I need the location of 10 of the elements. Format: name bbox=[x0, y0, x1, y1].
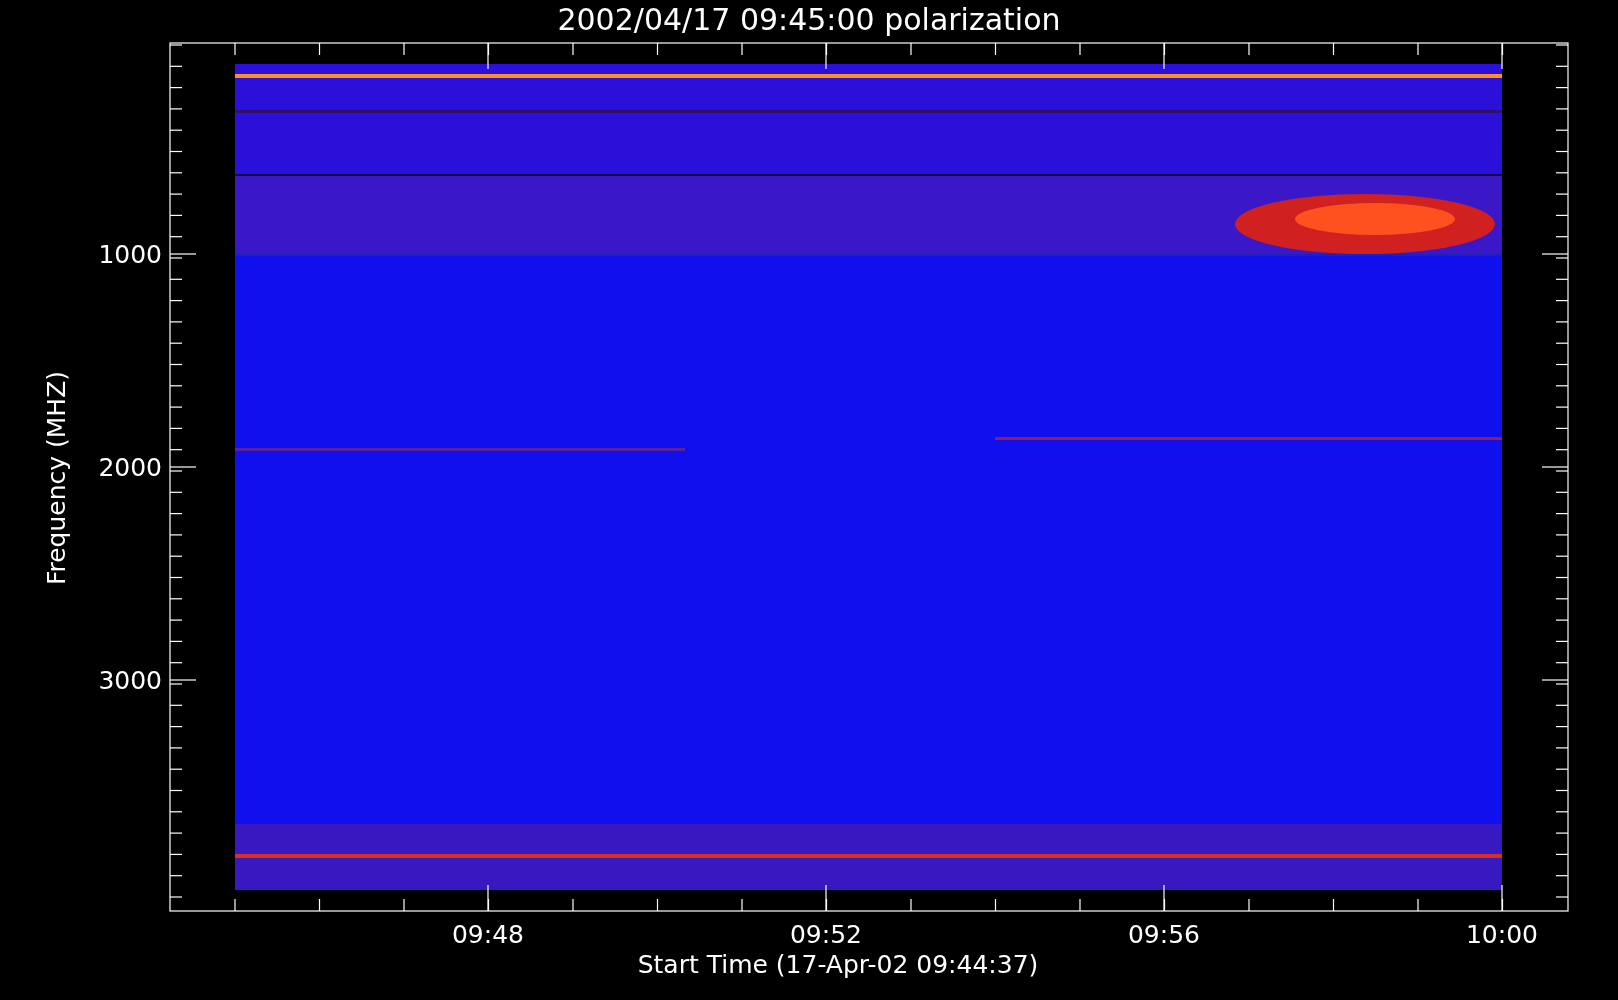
x-tick-label: 09:56 bbox=[1126, 920, 1201, 949]
y-tick-label: 1000 bbox=[97, 240, 162, 269]
x-tick-label: 10:00 bbox=[1464, 920, 1539, 949]
plot-title: 2002/04/17 09:45:00 polarization bbox=[556, 2, 1062, 37]
x-tick-label: 09:48 bbox=[450, 920, 525, 949]
y-tick-label: 3000 bbox=[97, 666, 162, 695]
y-axis-label: Frequency (MHZ) bbox=[41, 370, 71, 586]
x-axis-label: Start Time (17-Apr-02 09:44:37) bbox=[636, 950, 1040, 979]
y-tick-label: 2000 bbox=[97, 453, 162, 482]
x-tick-label: 09:52 bbox=[788, 920, 863, 949]
